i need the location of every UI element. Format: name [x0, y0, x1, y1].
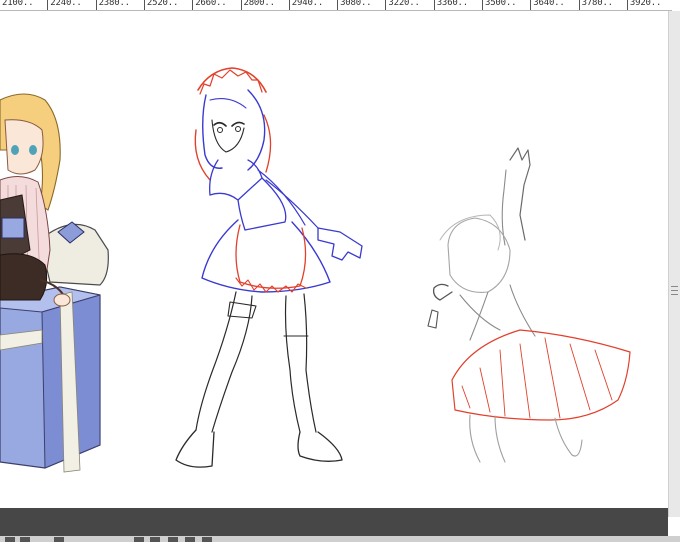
seated-girl-figure	[0, 93, 109, 473]
ruler-label: 2380..	[98, 0, 131, 8]
ruler-tick	[626, 0, 628, 10]
ruler-label: 3080..	[340, 0, 372, 8]
ruler-label: 2520..	[146, 0, 179, 8]
toolbar-button-icon[interactable]	[134, 537, 144, 542]
ruler-label: 3500..	[485, 0, 517, 8]
scrollbar-grip-icon[interactable]	[671, 283, 678, 297]
artwork	[0, 67, 631, 473]
ruler-tick	[385, 0, 387, 10]
toolbar-button-icon[interactable]	[185, 537, 195, 542]
ruler-label: 2100..	[2, 0, 34, 8]
ruler-tick	[433, 0, 435, 10]
ruler-tick	[482, 0, 483, 10]
ruler-tick	[47, 0, 49, 10]
vertical-scrollbar[interactable]	[668, 11, 680, 517]
ruler-tick	[95, 0, 97, 10]
ruler-label: 3640..	[533, 0, 565, 8]
ruler-label: 2660..	[195, 0, 227, 8]
ruler-label: 2940..	[291, 0, 324, 8]
drawing-canvas[interactable]	[0, 11, 668, 508]
ruler-tick	[288, 0, 290, 10]
ruler-tick	[578, 0, 580, 10]
toolbar-button-icon[interactable]	[202, 537, 212, 542]
toolbar-button-icon[interactable]	[168, 537, 178, 542]
ruler-label: 3220..	[388, 0, 420, 8]
maid-girl-figure	[175, 67, 363, 468]
ruler-label: 3920..	[629, 0, 662, 8]
toolbar-button-icon[interactable]	[5, 537, 15, 542]
ruler-label: 3780..	[581, 0, 614, 8]
ruler-label: 3360..	[436, 0, 469, 8]
ruler-tick	[240, 0, 242, 10]
ruler-tick	[192, 0, 194, 10]
ruler-label: 2800..	[243, 0, 276, 8]
ruler-tick	[143, 0, 145, 10]
toolbar-button-icon[interactable]	[150, 537, 160, 542]
ruler-tick	[337, 0, 339, 10]
toolbar-button-icon[interactable]	[20, 537, 30, 542]
bottom-toolbar-strip	[0, 536, 680, 542]
toolbar-button-icon[interactable]	[54, 537, 64, 542]
jumping-girl-figure	[427, 147, 631, 463]
ruler-label: 2240..	[50, 0, 82, 8]
horizontal-ruler: 2100.. 2240.. 2380.. 2520.. 2660.. 2800.. 2940…	[0, 0, 672, 11]
ruler-tick	[530, 0, 532, 10]
